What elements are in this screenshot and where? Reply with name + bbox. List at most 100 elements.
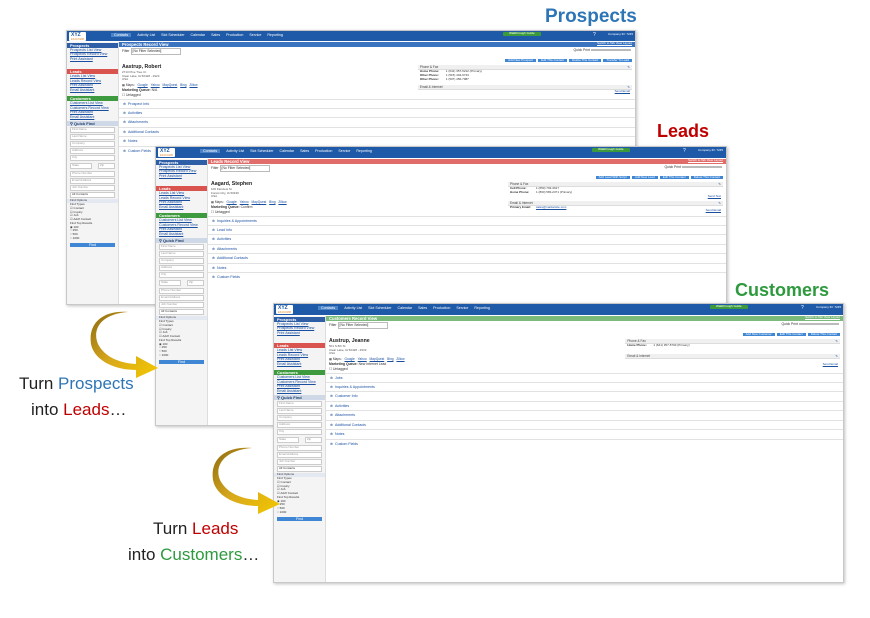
untagged-checkbox[interactable]: ☐ Untagged [329, 367, 625, 371]
company-field[interactable]: Company [277, 415, 322, 422]
section-notes[interactable]: Notes [326, 429, 843, 438]
sidebar-email-assistant[interactable]: Email Assistant [67, 115, 118, 119]
section-notes[interactable]: Notes [119, 136, 635, 145]
map-link-google[interactable]: Google [344, 357, 354, 361]
nav-reporting[interactable]: Reporting [474, 306, 490, 310]
edit-contact-button[interactable]: Edit This Contact [538, 58, 567, 63]
phone-number-field[interactable]: Phone Number [159, 288, 204, 295]
section-attachments[interactable]: Attachments [326, 410, 843, 419]
delete-contact-button[interactable]: Delete This Contact [690, 175, 723, 180]
add-lead-with-script-button[interactable]: Add Lead With Script [595, 175, 630, 180]
nav-slot-scheduler[interactable]: Slot Scheduler [250, 149, 273, 153]
map-link-mapquest[interactable]: MapQuest [163, 83, 178, 87]
state-select[interactable]: State [159, 280, 181, 287]
transfer-to-lead-button[interactable]: Transfer To Lead [603, 58, 632, 63]
email-link[interactable]: sales@marketsite.com [536, 205, 566, 210]
nav-calendar[interactable]: Calendar [191, 33, 206, 37]
zip-field[interactable]: Zip [98, 163, 115, 170]
nav-service[interactable]: Service [249, 33, 261, 37]
section-notes[interactable]: Notes [208, 262, 726, 272]
section-jobs[interactable]: Jobs [326, 372, 843, 382]
find-top-1000[interactable]: ○ 1000 [67, 236, 118, 241]
email-address-field[interactable]: Email Address [159, 295, 204, 302]
zip-field[interactable]: Zip [305, 437, 322, 444]
section-prospect-info[interactable]: Prospect Info [119, 98, 635, 108]
city-field[interactable]: City [70, 155, 115, 162]
pencil-icon[interactable]: ✎ [627, 65, 630, 69]
city-field[interactable]: City [277, 429, 322, 436]
map-link-bing[interactable]: Bing [180, 83, 186, 87]
nav-production[interactable]: Production [226, 33, 243, 37]
untagged-checkbox[interactable]: ☐ Untagged [211, 210, 508, 214]
map-link-yahoo[interactable]: Yahoo [151, 83, 160, 87]
pencil-icon[interactable]: ✎ [835, 339, 838, 343]
address-field[interactable]: Address [159, 265, 204, 272]
nav-sales[interactable]: Sales [418, 306, 427, 310]
quick-print-select[interactable] [591, 49, 631, 52]
pencil-icon[interactable]: ✎ [627, 85, 630, 89]
find-button[interactable]: Find [277, 516, 322, 522]
pencil-icon[interactable]: ✎ [718, 201, 721, 205]
nav-activity-list[interactable]: Activity List [226, 149, 244, 153]
map-link-google[interactable]: Google [226, 200, 236, 204]
pencil-icon[interactable]: ✎ [835, 354, 838, 358]
section-inquiries-appointments[interactable]: Inquiries & Appointments [326, 381, 843, 391]
edit-contact-button[interactable]: Edit This Contact [776, 332, 806, 337]
walkthrough-guide-button[interactable]: Walkthrough Guide [592, 147, 630, 152]
sidebar-email-assistant[interactable]: Email Assistant [156, 205, 207, 209]
filter-select[interactable]: [No Filter Selected] [337, 322, 388, 329]
nav-contacts[interactable]: Contacts [318, 306, 339, 311]
help-icon[interactable]: ? [683, 148, 686, 154]
help-icon[interactable]: ? [593, 32, 596, 38]
first-name-field[interactable]: First Name [277, 401, 322, 408]
nav-activity-list[interactable]: Activity List [137, 33, 155, 37]
switch-tab-view-link[interactable]: Switch to Tab View Layout [597, 41, 632, 46]
section-activities[interactable]: Activities [119, 107, 635, 117]
section-attachments[interactable]: Attachments [119, 117, 635, 126]
map-link-bing[interactable]: Bing [387, 357, 393, 361]
walkthrough-guide-button[interactable]: Walkthrough Guide [710, 304, 748, 309]
map-link-google[interactable]: Google [137, 83, 147, 87]
section-activities[interactable]: Activities [208, 234, 726, 243]
map-link-zillow[interactable]: Zillow [396, 357, 404, 361]
city-field[interactable]: City [159, 272, 204, 279]
section-additional-contacts[interactable]: Additional Contacts [119, 126, 635, 136]
nav-reporting[interactable]: Reporting [356, 149, 372, 153]
sidebar-print-assistant[interactable]: Print Assistant [156, 174, 207, 178]
switch-tab-view-link[interactable]: Switch to Tab View Layout [805, 315, 840, 320]
quick-print-select[interactable] [682, 166, 722, 169]
nav-slot-scheduler[interactable]: Slot Scheduler [368, 306, 391, 310]
map-link-zillow[interactable]: Zillow [278, 200, 286, 204]
nav-sales[interactable]: Sales [300, 149, 309, 153]
delete-contact-button[interactable]: Delete This Contact [569, 58, 602, 63]
untagged-checkbox[interactable]: ☐ Untagged [122, 93, 418, 97]
state-select[interactable]: State [70, 163, 92, 170]
add-new-lead-button[interactable]: Add New Lead [631, 175, 658, 180]
nav-calendar[interactable]: Calendar [280, 149, 295, 153]
address-field[interactable]: Address [70, 148, 115, 155]
find-button[interactable]: Find [70, 242, 115, 248]
nav-contacts[interactable]: Contacts [200, 149, 221, 154]
filter-select[interactable]: [No Filter Selected] [219, 165, 270, 172]
filter-select[interactable]: [No Filter Selected] [130, 48, 181, 55]
map-link-yahoo[interactable]: Yahoo [240, 200, 249, 204]
send-email-link[interactable]: Send Email [508, 208, 723, 213]
company-field[interactable]: Company [159, 258, 204, 265]
sidebar-print-assistant[interactable]: Print Assistant [67, 57, 118, 61]
send-email-link[interactable]: Send Email [418, 89, 632, 94]
section-additional-contacts[interactable]: Additional Contacts [208, 253, 726, 262]
nav-calendar[interactable]: Calendar [398, 306, 413, 310]
last-name-field[interactable]: Last Name [277, 408, 322, 415]
help-icon[interactable]: ? [801, 305, 804, 311]
nav-production[interactable]: Production [315, 149, 332, 153]
delete-contact-button[interactable]: Delete This Contact [807, 332, 840, 337]
section-lead-info[interactable]: Lead Info [208, 224, 726, 234]
edit-contact-button[interactable]: Edit This Contact [659, 175, 689, 180]
nav-service[interactable]: Service [338, 149, 350, 153]
map-link-zillow[interactable]: Zillow [189, 83, 197, 87]
section-custom-fields[interactable]: Custom Fields [326, 438, 843, 448]
sidebar-email-assistant[interactable]: Email Assistant [156, 232, 207, 236]
state-select[interactable]: State [277, 437, 299, 444]
nav-sales[interactable]: Sales [211, 33, 220, 37]
sidebar-email-assistant[interactable]: Email Assistant [274, 389, 325, 393]
